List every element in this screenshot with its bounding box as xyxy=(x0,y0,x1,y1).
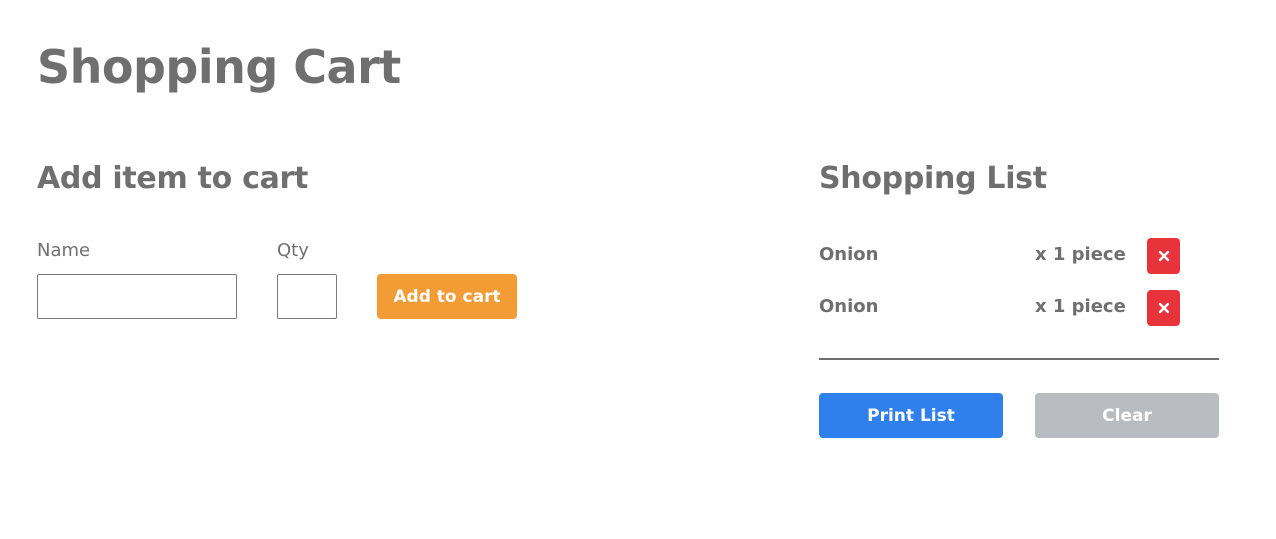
shopping-cart-page: Shopping Cart Add item to cart Name Qty … xyxy=(0,0,1276,539)
close-icon xyxy=(1158,250,1169,262)
qty-label: Qty xyxy=(277,240,309,261)
print-list-button[interactable]: Print List xyxy=(819,393,1003,438)
qty-input[interactable] xyxy=(277,274,337,319)
list-item: Onion x 1 piece xyxy=(819,290,1219,326)
shopping-list-title: Shopping List xyxy=(819,161,1047,196)
page-title: Shopping Cart xyxy=(37,40,401,94)
close-icon xyxy=(1158,302,1169,314)
item-name: Onion xyxy=(819,296,879,317)
item-quantity: x 1 piece xyxy=(1035,244,1126,265)
remove-item-button[interactable] xyxy=(1147,238,1180,274)
remove-item-button[interactable] xyxy=(1147,290,1180,326)
list-item: Onion x 1 piece xyxy=(819,238,1219,274)
item-name: Onion xyxy=(819,244,879,265)
item-quantity: x 1 piece xyxy=(1035,296,1126,317)
list-divider xyxy=(819,358,1219,360)
clear-button[interactable]: Clear xyxy=(1035,393,1219,438)
add-to-cart-button[interactable]: Add to cart xyxy=(377,274,517,319)
add-item-title: Add item to cart xyxy=(37,161,309,196)
name-label: Name xyxy=(37,240,91,261)
name-input[interactable] xyxy=(37,274,237,319)
